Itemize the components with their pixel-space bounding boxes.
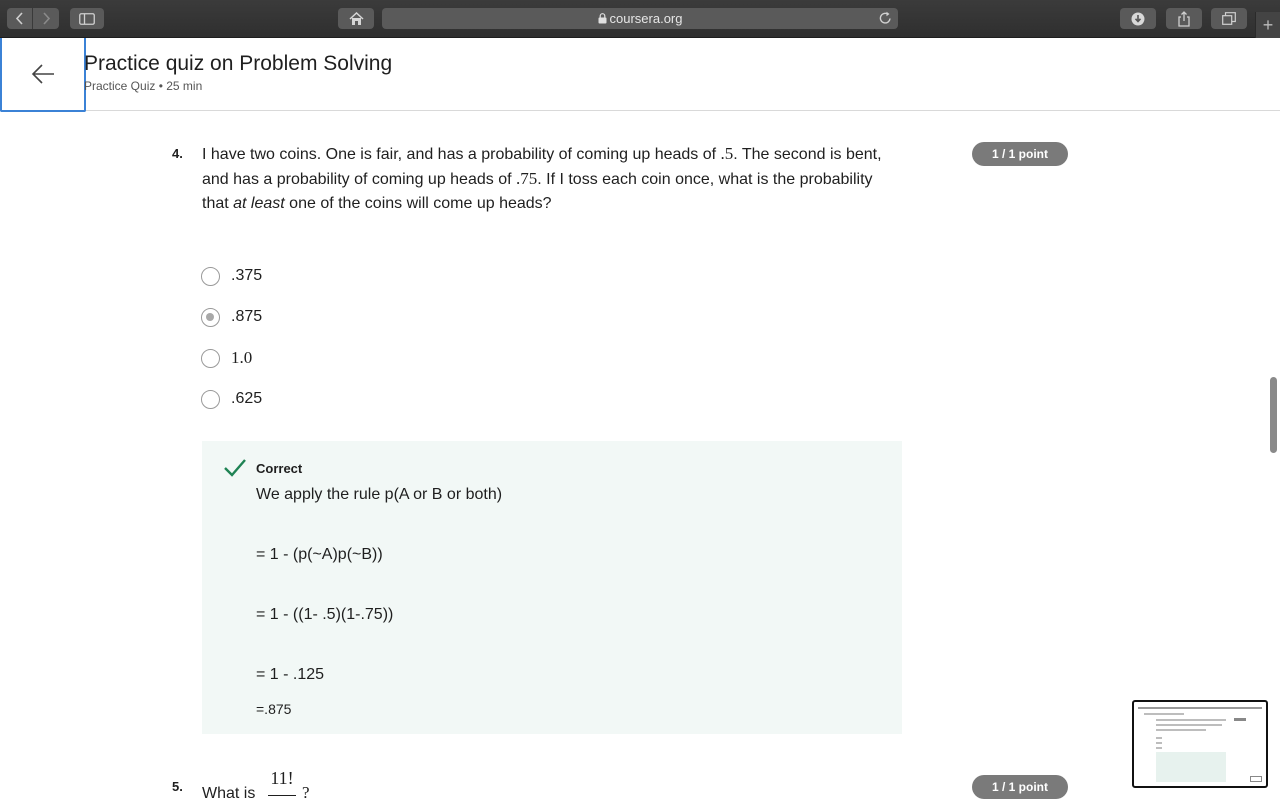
tabs-icon — [1222, 12, 1236, 25]
preview-line — [1156, 747, 1162, 749]
share-button[interactable] — [1166, 8, 1202, 29]
answer-option[interactable]: .875 — [201, 306, 262, 328]
reload-button[interactable] — [879, 11, 892, 30]
page-preview-thumbnail[interactable] — [1132, 700, 1268, 788]
radio-button-selected[interactable] — [201, 307, 220, 327]
preview-line — [1250, 776, 1262, 782]
preview-line — [1144, 713, 1184, 715]
page-title: Practice quiz on Problem Solving — [84, 52, 393, 75]
math-value: .75 — [515, 169, 538, 188]
scrollbar-thumb[interactable] — [1270, 377, 1277, 453]
fraction-bar — [268, 795, 296, 796]
lock-icon — [598, 13, 606, 24]
tabs-overview-button[interactable] — [1211, 8, 1247, 29]
preview-line — [1156, 719, 1226, 721]
question-text: What is — [202, 785, 256, 802]
answer-option[interactable]: .625 — [201, 388, 262, 410]
feedback-panel: Correct We apply the rule p(A or B or bo… — [202, 441, 902, 734]
page-subtitle: Practice Quiz • 25 min — [84, 79, 203, 93]
option-label: .875 — [231, 308, 263, 325]
address-bar[interactable]: coursera.org — [382, 8, 898, 29]
history-nav — [7, 8, 59, 29]
radio-button[interactable] — [201, 266, 220, 286]
score-badge: 1 / 1 point — [972, 142, 1068, 166]
math-value: .5 — [720, 144, 734, 163]
feedback-line: =.875 — [256, 701, 292, 717]
feedback-status: Correct — [256, 461, 303, 476]
question-number: 5. — [172, 779, 183, 794]
forward-button[interactable] — [33, 8, 59, 29]
back-button[interactable] — [7, 8, 33, 29]
feedback-line: = 1 - ((1- .5)(1-.75)) — [256, 606, 394, 623]
question-text-part: one of the coins will come up heads? — [284, 195, 552, 212]
radio-button[interactable] — [201, 348, 220, 368]
chevron-left-icon — [15, 12, 23, 25]
preview-line — [1156, 737, 1162, 739]
preview-line — [1156, 724, 1222, 726]
question-number: 4. — [172, 146, 183, 161]
option-label: .625 — [231, 390, 263, 407]
download-icon — [1131, 12, 1145, 25]
arrow-left-icon — [31, 64, 54, 84]
option-label: .375 — [231, 267, 263, 284]
sidebar-icon — [79, 12, 95, 25]
url-text: coursera.org — [382, 11, 898, 26]
plus-icon: + — [1262, 14, 1274, 35]
preview-line — [1138, 707, 1262, 709]
home-icon — [348, 11, 364, 25]
radio-button[interactable] — [201, 389, 220, 409]
question-text-part: I have two coins. One is fair, and has a… — [202, 146, 721, 163]
browser-toolbar: coursera.org + — [0, 0, 1280, 38]
preview-line — [1234, 718, 1246, 721]
feedback-line: = 1 - (p(~A)p(~B)) — [256, 546, 383, 563]
url-label: coursera.org — [609, 11, 683, 26]
option-label: 1.0 — [231, 348, 253, 367]
answer-option[interactable]: 1.0 — [201, 347, 252, 369]
sidebar-button[interactable] — [70, 8, 104, 29]
answer-option[interactable]: .375 — [201, 265, 262, 287]
share-icon — [1178, 10, 1190, 27]
back-to-course-button[interactable] — [0, 38, 86, 112]
score-badge: 1 / 1 point — [972, 775, 1068, 799]
preview-feedback — [1156, 752, 1226, 782]
reload-icon — [879, 11, 891, 24]
feedback-line: We apply the rule p(A or B or both) — [256, 486, 503, 503]
question-text-suffix: ? — [302, 783, 310, 802]
quiz-header: Practice quiz on Problem Solving Practic… — [0, 38, 1280, 112]
preview-line — [1156, 729, 1206, 731]
emphasis-text: at least — [233, 195, 285, 212]
fraction-numerator: 11! — [270, 768, 294, 788]
chevron-right-icon — [43, 12, 51, 25]
home-button[interactable] — [338, 8, 374, 29]
new-tab-button[interactable]: + — [1255, 12, 1280, 38]
feedback-line: = 1 - .125 — [256, 666, 325, 683]
preview-line — [1156, 742, 1162, 744]
math-fraction: 11! — [266, 768, 298, 796]
checkmark-icon — [224, 459, 246, 477]
question-text: I have two coins. One is fair, and has a… — [202, 142, 882, 216]
downloads-button[interactable] — [1120, 8, 1156, 29]
